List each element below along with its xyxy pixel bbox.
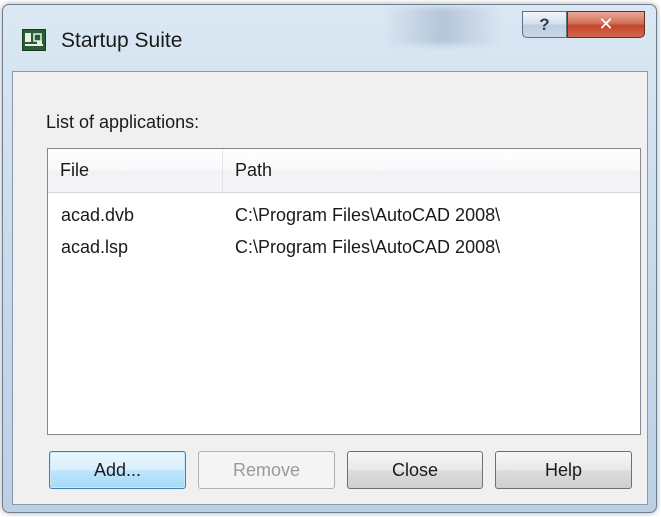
title-help-button[interactable]: ? bbox=[522, 11, 567, 38]
file-cell: acad.dvb bbox=[61, 205, 135, 225]
add-button[interactable]: Add... bbox=[49, 451, 186, 489]
list-header: File Path bbox=[48, 149, 640, 193]
applications-list[interactable]: File Path acad.dvb C:\Program Files\Auto… bbox=[47, 148, 641, 435]
path-cell: C:\Program Files\AutoCAD 2008\ bbox=[235, 237, 501, 257]
title-close-button[interactable]: ✕ bbox=[567, 11, 645, 38]
close-x-icon: ✕ bbox=[598, 14, 614, 34]
column-header-file[interactable]: File bbox=[48, 149, 223, 192]
remove-button[interactable]: Remove bbox=[198, 451, 335, 489]
list-row[interactable]: acad.lsp C:\Program Files\AutoCAD 2008\ bbox=[48, 233, 640, 263]
startup-suite-dialog: Startup Suite ? ✕ List of applications: … bbox=[2, 4, 657, 513]
column-header-path[interactable]: Path bbox=[223, 149, 640, 192]
list-row[interactable]: acad.dvb C:\Program Files\AutoCAD 2008\ bbox=[48, 201, 640, 231]
help-button[interactable]: Help bbox=[495, 451, 632, 489]
background-blur bbox=[383, 7, 503, 45]
question-mark-icon: ? bbox=[539, 14, 550, 34]
window-title: Startup Suite bbox=[61, 29, 183, 52]
path-cell: C:\Program Files\AutoCAD 2008\ bbox=[235, 205, 501, 225]
title-bar[interactable]: Startup Suite ? ✕ bbox=[3, 5, 656, 71]
dialog-client-area: List of applications: File Path acad.dvb… bbox=[12, 71, 648, 505]
list-caption: List of applications: bbox=[46, 112, 200, 132]
file-cell: acad.lsp bbox=[61, 237, 129, 257]
close-button[interactable]: Close bbox=[347, 451, 483, 489]
autocad-app-icon bbox=[22, 29, 46, 51]
